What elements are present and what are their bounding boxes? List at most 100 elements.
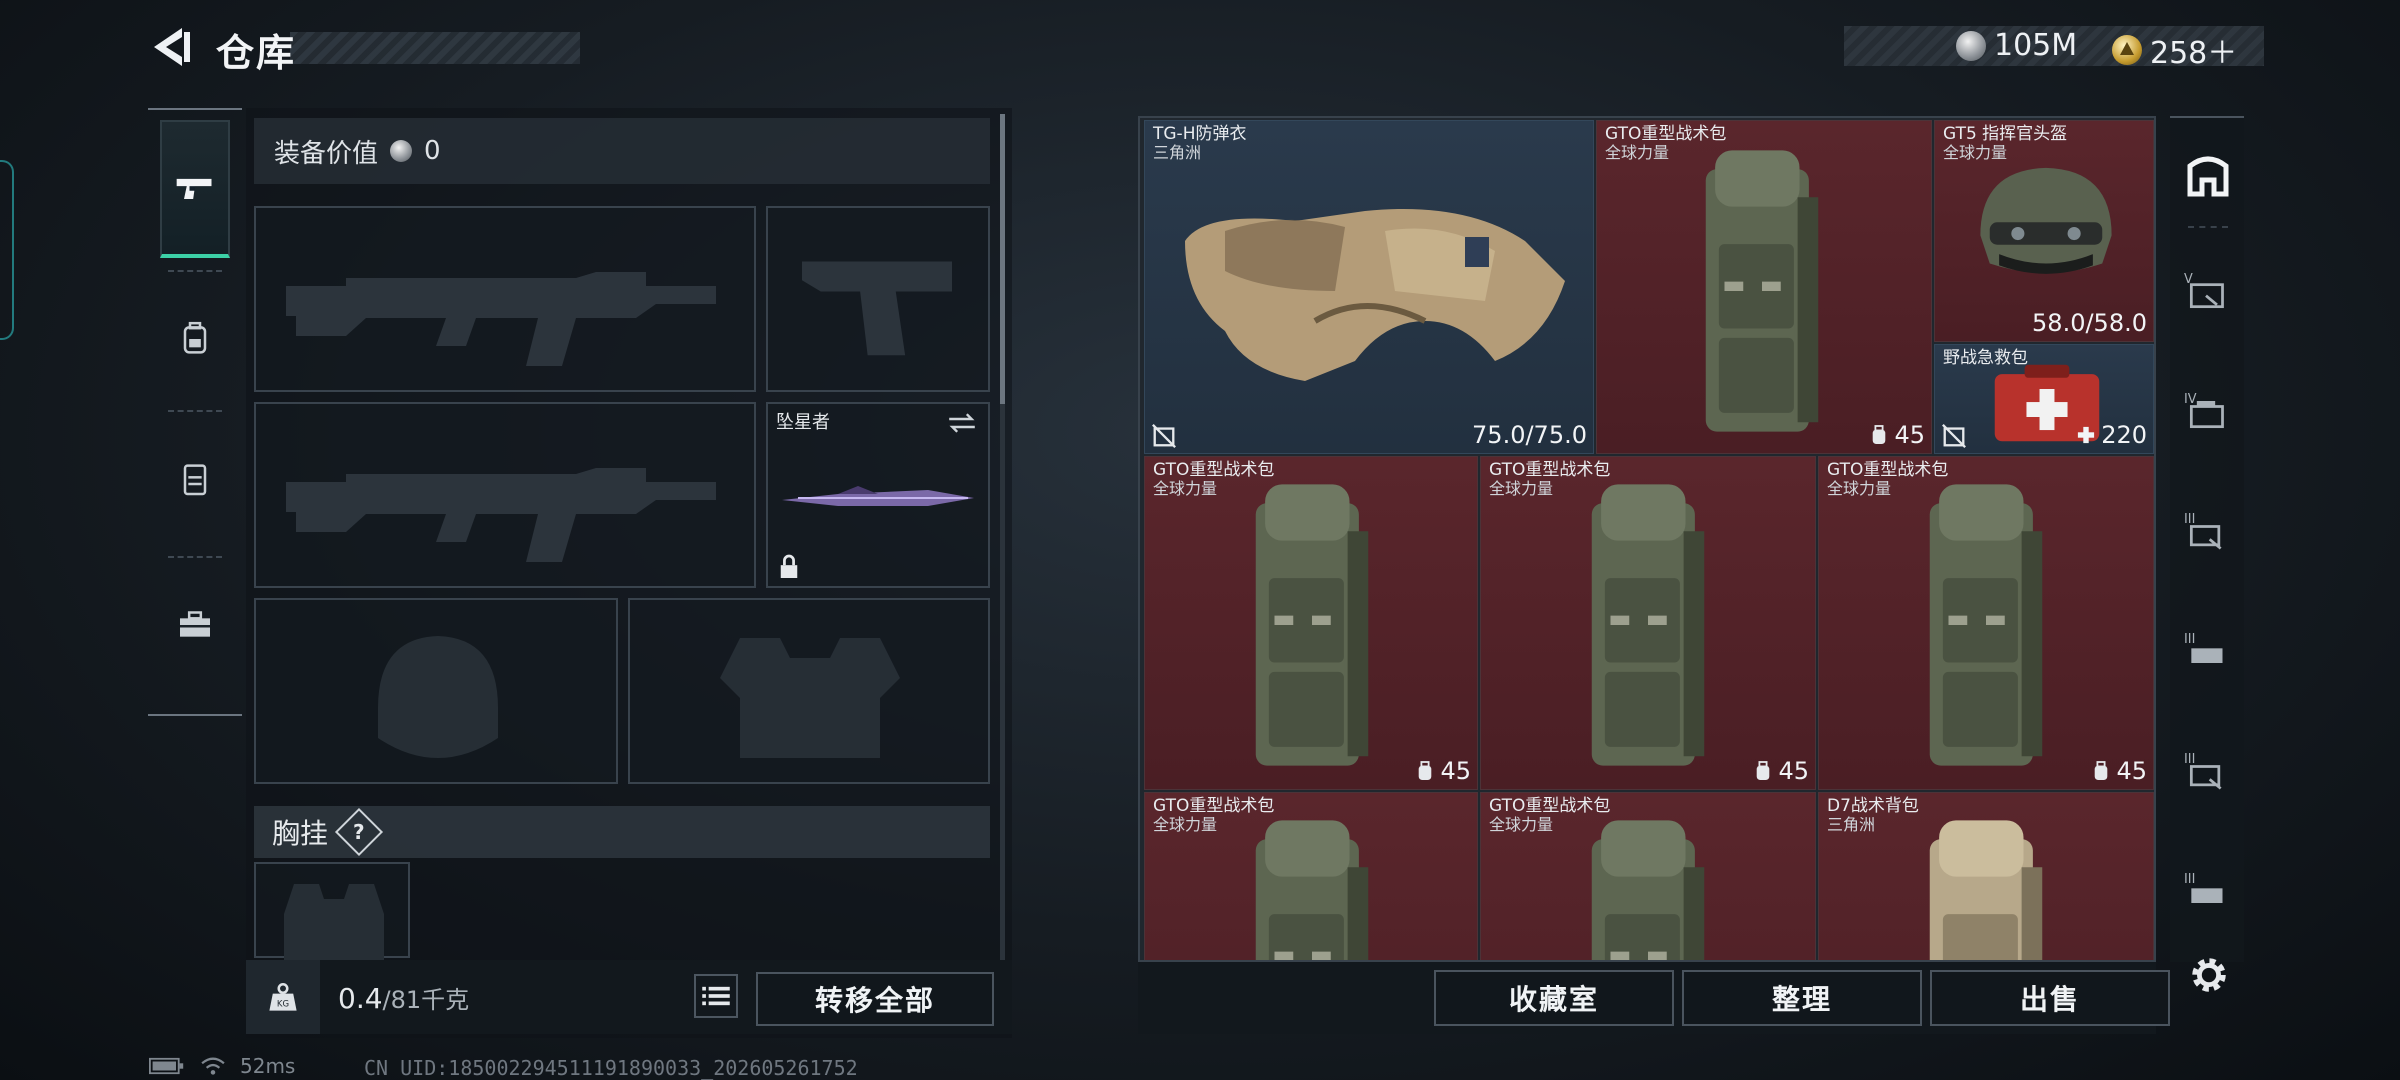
knife-image	[782, 486, 974, 506]
tactical-pack-image	[1591, 820, 1705, 960]
sort-button[interactable]: 整理	[1682, 970, 1922, 1026]
body-armor-image	[1185, 209, 1565, 381]
currency-silver[interactable]: 105M	[1956, 28, 2077, 63]
weight-max: /81千克	[382, 986, 470, 1014]
item-source: 三角洲	[1827, 815, 1876, 834]
item-source: 全球力量	[1153, 479, 1218, 498]
backpack-capacity-icon	[2095, 761, 2108, 780]
transfer-all-button[interactable]: 转移全部	[756, 972, 994, 1026]
equipment-value-label: 装备价值	[274, 138, 379, 169]
stash-item-medkit[interactable]: 野战急救包 220	[1934, 344, 2154, 454]
filter-page-3c[interactable]: III	[2184, 750, 2232, 798]
help-button[interactable]: ?	[334, 807, 384, 857]
tab-toolbox[interactable]	[160, 556, 230, 694]
item-name: GTO重型战术包	[1605, 124, 1727, 144]
weight-current: 0.4	[338, 982, 383, 1015]
stash-item-pack[interactable]: GTO重型战术包 全球力量 45	[1480, 456, 1816, 790]
item-name: GTO重型战术包	[1489, 796, 1611, 816]
item-uses-value: 220	[2101, 421, 2147, 449]
item-source: 全球力量	[1943, 143, 2008, 162]
stash-page-icon: III	[2184, 872, 2223, 903]
stash-page-icon: III	[2184, 632, 2223, 663]
item-name: D7战术背包	[1827, 796, 1919, 816]
side-pull-tab[interactable]	[0, 160, 14, 340]
d7-backpack-image	[1929, 820, 2043, 960]
currency-gold[interactable]: 258＋	[2112, 28, 2237, 72]
item-capacity-value: 45	[2116, 757, 2147, 785]
lock-icon	[780, 554, 798, 578]
silver-coin-icon	[390, 140, 413, 162]
stash-item-helmet[interactable]: GT5 指挥官头盔 全球力量 58.0/58.0	[1934, 120, 2154, 342]
backpack-capacity-icon	[1873, 425, 1886, 444]
tactical-pack-image	[1255, 484, 1369, 766]
filter-page-3d[interactable]: III	[2184, 870, 2232, 918]
item-capacity-value: 45	[1778, 757, 1809, 785]
item-source: 全球力量	[1153, 815, 1218, 834]
svg-text:III: III	[2184, 872, 2195, 887]
backpack-icon	[183, 321, 207, 354]
filter-all[interactable]	[2184, 150, 2232, 198]
stash-page-icon: IV	[2184, 392, 2224, 429]
armor-slot[interactable]	[628, 598, 990, 784]
svg-text:III: III	[2184, 752, 2195, 767]
stash-filter-rail: V IV III III III III	[2170, 116, 2244, 962]
item-capacity-value: 45	[1440, 757, 1471, 785]
back-button[interactable]	[148, 24, 194, 70]
tactical-pack-image	[1705, 150, 1819, 432]
filter-page-5[interactable]: V	[2184, 270, 2232, 318]
pistol-slot[interactable]	[766, 206, 990, 392]
item-durability-value: 75.0/75.0	[1472, 421, 1587, 449]
settings-button[interactable]	[2186, 952, 2232, 998]
backpack-capacity-icon	[1757, 761, 1770, 780]
help-icon: ?	[353, 819, 365, 844]
swap-arrows-icon[interactable]	[946, 410, 978, 436]
no-insure-icon	[1942, 424, 1966, 448]
svg-text:KG: KG	[277, 999, 289, 1009]
equipment-scroll-thumb[interactable]	[1000, 114, 1005, 404]
plus-icon	[2078, 426, 2095, 444]
gear-icon	[2192, 958, 2226, 992]
wifi-icon	[201, 1057, 225, 1075]
commander-helmet-image	[1980, 167, 2112, 274]
list-view-button[interactable]	[694, 974, 738, 1018]
filter-page-3b[interactable]: III	[2184, 630, 2232, 678]
stash-page-icon: III	[2184, 512, 2222, 550]
filter-page-4[interactable]: IV	[2184, 390, 2232, 438]
rig-silhouette-icon	[284, 884, 384, 964]
item-name: GTO重型战术包	[1827, 460, 1949, 480]
sell-button[interactable]: 出售	[1930, 970, 2170, 1026]
item-name: GTO重型战术包	[1489, 460, 1611, 480]
item-source: 全球力量	[1489, 479, 1554, 498]
item-source: 全球力量	[1827, 479, 1892, 498]
category-rail	[148, 108, 242, 716]
svg-text:III: III	[2184, 512, 2195, 527]
item-capacity: 45	[2092, 757, 2147, 785]
stash-item-vest[interactable]: TG-H防弹衣 三角洲 75.0/75.0	[1144, 120, 1594, 454]
tab-backpack[interactable]	[160, 270, 230, 408]
status-bar: 52ms	[148, 1054, 295, 1078]
stash-page-icon: III	[2184, 752, 2222, 790]
svg-text:III: III	[2184, 632, 2195, 647]
ping-value: 52ms	[240, 1054, 296, 1078]
pistol-silhouette-icon	[802, 261, 952, 356]
stash-item-pack[interactable]: GTO重型战术包 全球力量 45	[1818, 456, 2154, 790]
item-capacity: 45	[1754, 757, 1809, 785]
stash-item-pack[interactable]: GTO重型战术包 全球力量 45	[1144, 456, 1478, 790]
collection-room-button[interactable]: 收藏室	[1434, 970, 1674, 1026]
stash-item-pack[interactable]: GTO重型战术包 全球力量	[1144, 792, 1478, 960]
tab-weapons[interactable]	[160, 120, 230, 258]
weight-readout: 0.4/81千克	[338, 980, 469, 1015]
filter-page-3a[interactable]: III	[2184, 510, 2232, 558]
stash-item-pack[interactable]: GTO重型战术包 全球力量	[1480, 792, 1816, 960]
tab-container[interactable]	[160, 410, 230, 548]
helmet-slot[interactable]	[254, 598, 618, 784]
primary-weapon-slot[interactable]	[254, 206, 756, 392]
stash-item-pack[interactable]: GTO重型战术包 全球力量 45	[1596, 120, 1932, 454]
secondary-weapon-slot[interactable]	[254, 402, 756, 588]
stash-item-pack[interactable]: D7战术背包 三角洲	[1818, 792, 2154, 960]
equipment-value: 0	[424, 136, 441, 166]
chest-rig-slot[interactable]	[254, 862, 410, 964]
melee-slot[interactable]: 坠星者	[766, 402, 990, 588]
filter-divider	[2188, 226, 2228, 228]
title-decoration	[290, 32, 580, 64]
